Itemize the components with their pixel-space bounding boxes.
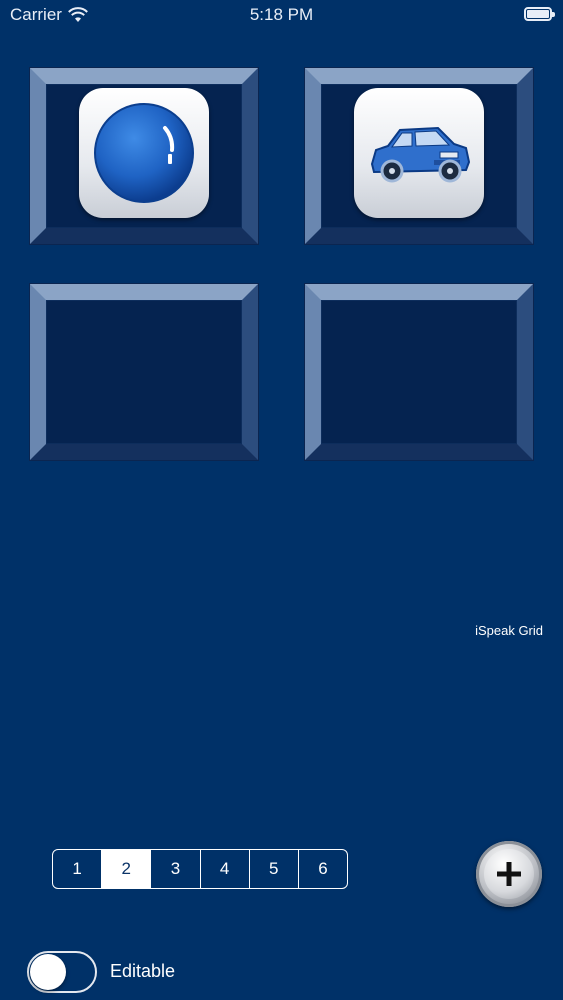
grid-tile-3[interactable] — [30, 284, 258, 460]
status-bar: Carrier 5:18 PM — [0, 0, 563, 30]
page-button-4[interactable]: 4 — [201, 850, 250, 888]
battery-icon — [524, 7, 555, 21]
add-button[interactable] — [476, 841, 542, 907]
editable-label: Editable — [110, 961, 176, 981]
blue-circle-icon — [79, 88, 209, 218]
car-symbol — [370, 126, 471, 183]
editable-toggle[interactable] — [27, 951, 97, 993]
toggle-knob — [30, 954, 66, 990]
status-time: 5:18 PM — [249, 5, 314, 24]
page-button-3[interactable]: 3 — [151, 850, 201, 888]
grid-tile-1[interactable] — [30, 68, 258, 244]
page-button-2[interactable]: 2 — [102, 850, 152, 888]
grid-tile-inner — [321, 300, 517, 444]
page-selector: 1 2 3 4 5 6 — [52, 849, 348, 889]
grid-tile-inner — [321, 84, 517, 228]
circle-symbol — [94, 103, 194, 203]
page-button-6[interactable]: 6 — [299, 850, 347, 888]
blue-car-icon — [354, 88, 484, 218]
grid-tile-inner — [46, 84, 242, 228]
plus-icon — [497, 862, 521, 886]
page-button-5[interactable]: 5 — [250, 850, 299, 888]
grid-tile-inner — [46, 300, 242, 444]
grid-tile-4[interactable] — [305, 284, 533, 460]
grid-tile-2[interactable] — [305, 68, 533, 244]
app-label: iSpeak Grid — [475, 623, 543, 638]
page-button-1[interactable]: 1 — [53, 850, 103, 888]
